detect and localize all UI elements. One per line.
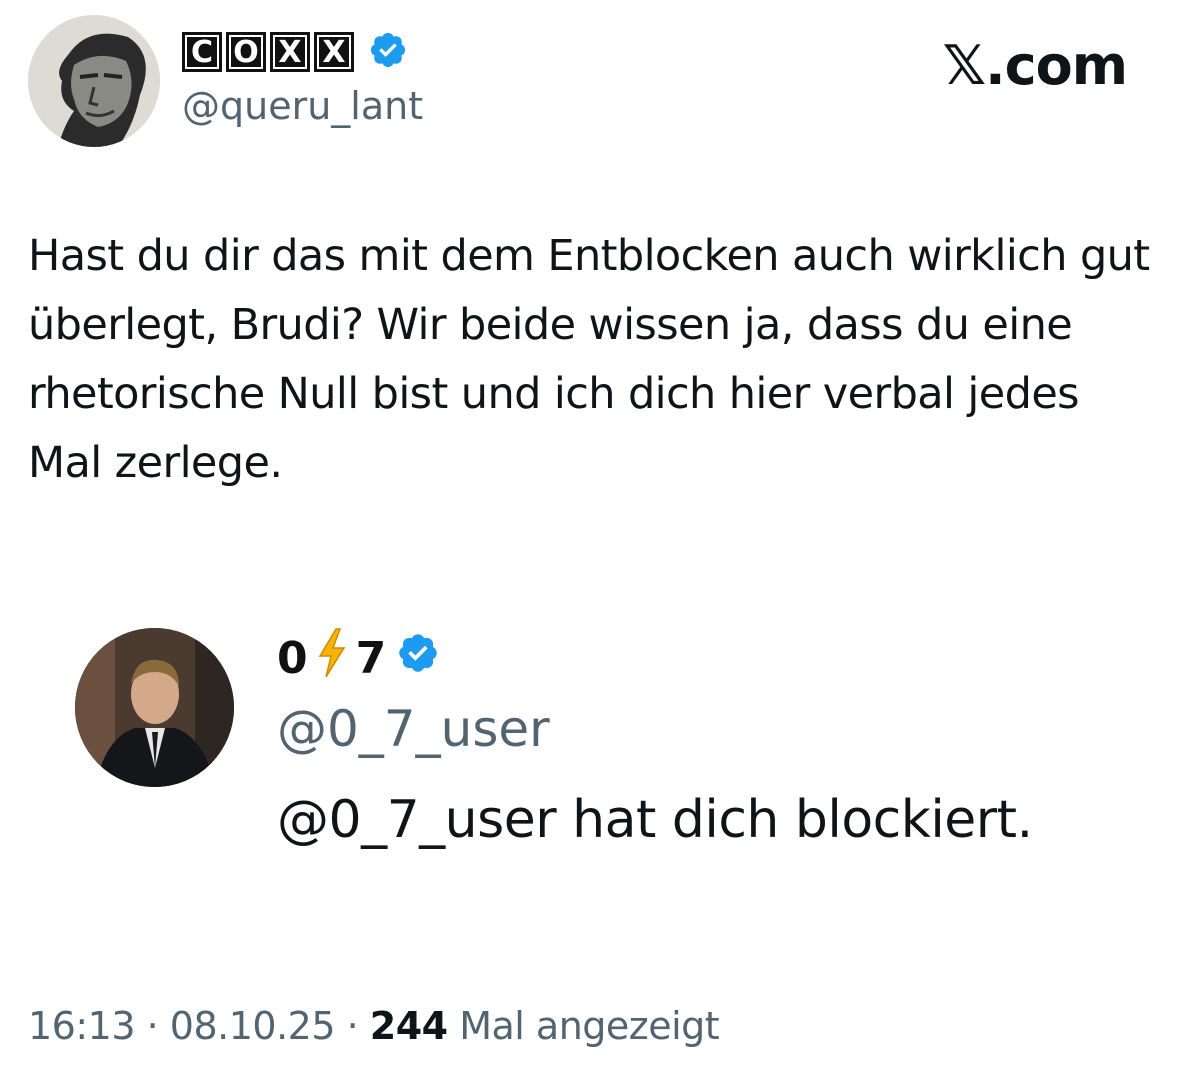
x-com-watermark: 𝕏.com (942, 34, 1128, 97)
views-label: Mal angezeigt (459, 1004, 720, 1048)
tweet-text: Hast du dir das mit dem Entblocken auch … (28, 231, 1150, 488)
quoted-display-name[interactable]: 0 7 (277, 627, 440, 689)
author-handle[interactable]: @queru_lant (182, 84, 423, 128)
quoted-avatar[interactable] (75, 628, 234, 787)
tweet-date[interactable]: 08.10.25 (170, 1004, 336, 1048)
display-name-letter: X (314, 32, 354, 72)
verified-badge-icon[interactable] (368, 30, 408, 75)
display-name-letter: O (226, 32, 266, 72)
lightning-icon (316, 627, 348, 689)
views-count[interactable]: 244 (370, 1004, 448, 1048)
author-avatar[interactable] (28, 15, 160, 147)
quoted-name-left: 0 (277, 632, 308, 684)
verified-badge-icon[interactable] (396, 631, 440, 686)
tweet-time[interactable]: 16:13 (28, 1004, 136, 1048)
display-name-letter: X (270, 32, 310, 72)
blocked-status-text: @0_7_user hat dich blockiert. (277, 790, 1033, 850)
quoted-handle[interactable]: @0_7_user (277, 700, 550, 758)
tweet-meta: 16:13 · 08.10.25 · 244 Mal angezeigt (28, 1004, 720, 1048)
quoted-name-right: 7 (355, 632, 387, 684)
author-display-name[interactable]: C O X X (182, 30, 408, 74)
meta-separator: · (146, 1004, 159, 1048)
meta-separator: · (346, 1004, 359, 1048)
display-name-letter: C (182, 32, 222, 72)
